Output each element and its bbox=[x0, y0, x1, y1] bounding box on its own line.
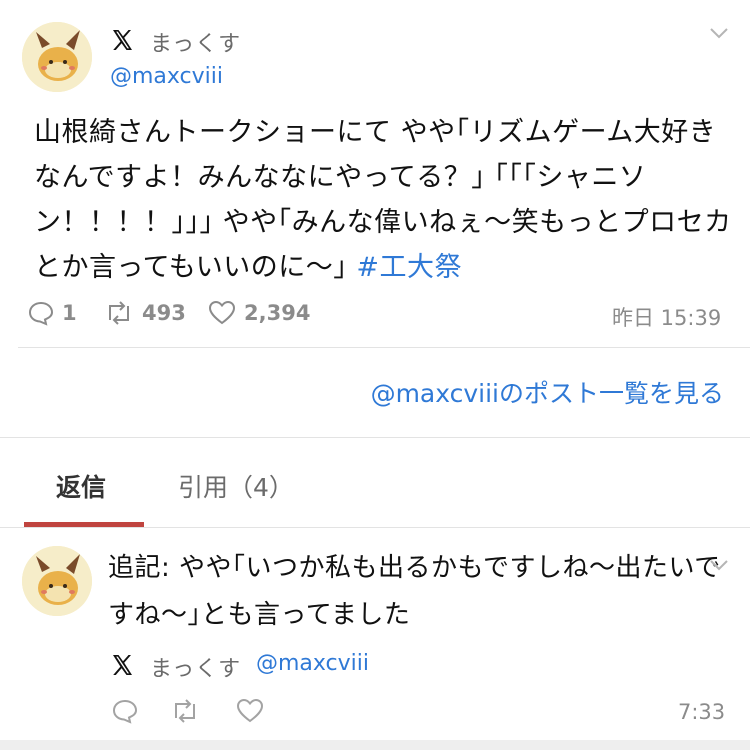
reply-reply-action[interactable] bbox=[112, 698, 138, 724]
retweet-action[interactable]: 493 bbox=[104, 300, 186, 326]
tweet-text: 山根綺さんトークショーにて やや｢リズムゲーム大好きなんですよ！みんななにやって… bbox=[34, 110, 734, 290]
x-logo-icon bbox=[110, 653, 134, 677]
hashtag-link[interactable]: #工大祭 bbox=[356, 252, 462, 283]
like-icon bbox=[236, 698, 264, 723]
retweet-count: 493 bbox=[142, 301, 186, 325]
reply-timestamp[interactable]: 7:33 bbox=[678, 700, 725, 724]
user-handle[interactable]: @maxcviii bbox=[110, 64, 223, 89]
retweet-icon bbox=[175, 699, 195, 723]
reply-user-handle[interactable]: @maxcviii bbox=[256, 651, 369, 676]
chevron-down-icon[interactable] bbox=[708, 22, 730, 44]
reply-action[interactable]: 1 bbox=[28, 300, 77, 326]
view-all-posts-link[interactable]: @maxcviiiのポスト一覧を見る bbox=[371, 374, 724, 410]
like-count: 2,394 bbox=[244, 301, 311, 325]
reply-retweet-action[interactable] bbox=[170, 698, 200, 724]
reply-like-action[interactable] bbox=[236, 698, 264, 724]
x-logo-icon bbox=[110, 28, 134, 52]
like-action[interactable]: 2,394 bbox=[208, 300, 310, 326]
reply-text: 追記: やや｢いつか私も出るかもですしね〜出たいですね〜｣とも言ってました bbox=[108, 553, 721, 630]
reply-icon bbox=[28, 301, 54, 326]
avatar[interactable] bbox=[22, 22, 92, 92]
reply-icon bbox=[112, 699, 138, 724]
divider bbox=[18, 347, 750, 348]
divider bbox=[0, 527, 750, 528]
chevron-down-icon[interactable] bbox=[708, 554, 730, 576]
like-icon bbox=[208, 300, 236, 325]
reply-count: 1 bbox=[62, 301, 77, 325]
bottom-divider bbox=[0, 740, 750, 750]
tab-quotes[interactable]: 引用（4） bbox=[178, 468, 294, 504]
reply-display-name[interactable]: まっくす bbox=[150, 651, 241, 683]
display-name[interactable]: まっくす bbox=[150, 26, 241, 58]
tab-replies[interactable]: 返信 bbox=[56, 468, 106, 504]
tweet-timestamp[interactable]: 昨日 15:39 bbox=[612, 302, 721, 332]
retweet-icon bbox=[109, 301, 129, 325]
divider bbox=[0, 437, 750, 438]
reply-avatar[interactable] bbox=[22, 546, 92, 616]
